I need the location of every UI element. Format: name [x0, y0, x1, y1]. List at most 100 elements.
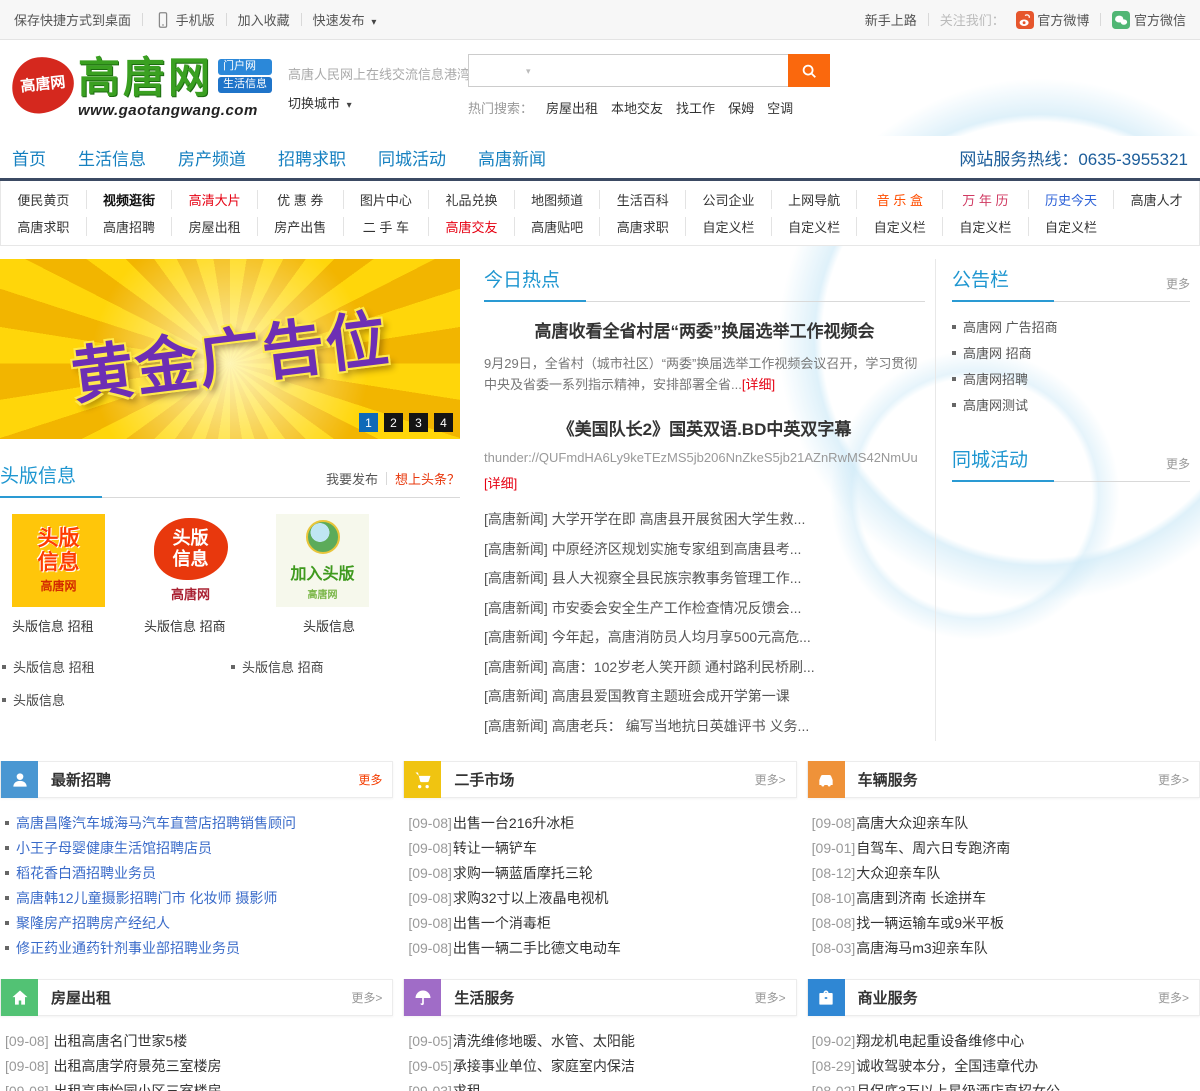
list-item[interactable]: 聚隆房产招聘房产经纪人	[5, 911, 393, 936]
switch-city-link[interactable]: 切换城市 ▾	[288, 93, 352, 112]
nav-news[interactable]: 高唐新闻	[478, 145, 546, 170]
banner-page-1[interactable]: 1	[359, 413, 378, 432]
headline-card-caption[interactable]: 头版信息 招商	[144, 616, 250, 635]
notice-item[interactable]: 高唐网测试	[952, 393, 1190, 419]
news-item[interactable]: [高唐新闻] 大学开学在即 高唐县开展贫困大学生救...	[484, 505, 925, 535]
subnav-link[interactable]: 自定义栏	[856, 217, 942, 236]
job-link[interactable]: 稻花香白酒招聘业务员	[16, 865, 156, 881]
item-link[interactable]: 诚收驾驶本分，全国违章代办	[856, 1058, 1038, 1074]
news-item[interactable]: [高唐新闻] 中原经济区规划实施专家组到高唐县考...	[484, 535, 925, 565]
job-link[interactable]: 修正药业通药针剂事业部招聘业务员	[16, 940, 240, 956]
newbie-guide-link[interactable]: 新手上路	[865, 10, 917, 29]
list-item[interactable]: 稻花香白酒招聘业务员	[5, 861, 393, 886]
detail-link[interactable]: [详细]	[742, 377, 775, 392]
news-link[interactable]: 今年起，高唐消防员人均月享500元高危...	[552, 629, 811, 645]
search-category-caret-icon[interactable]: ▾	[526, 66, 531, 77]
subnav-link[interactable]: 自定义栏	[942, 217, 1028, 236]
notice-link[interactable]: 高唐网招聘	[963, 372, 1028, 387]
notice-item[interactable]: 高唐网 广告招商	[952, 315, 1190, 341]
subnav-link[interactable]: 高唐求职	[1, 217, 86, 236]
subnav-link[interactable]: 公司企业	[685, 190, 771, 209]
list-item[interactable]: [09-08]出售一台216升冰柜	[408, 811, 796, 836]
news-item[interactable]: [高唐新闻] 高唐县爱国教育主题班会成开学第一课	[484, 682, 925, 712]
headline-bullet-item[interactable]: 头版信息 招商	[231, 657, 460, 676]
item-link[interactable]: 求租	[453, 1083, 481, 1091]
hot-keyword[interactable]: 找工作	[676, 98, 715, 117]
item-link[interactable]: 出租高唐名门世家5楼	[53, 1033, 187, 1049]
list-item[interactable]: [09-05]承接事业单位、家庭室内保洁	[408, 1054, 796, 1079]
item-link[interactable]: 出售一个消毒柜	[453, 915, 551, 931]
news-item[interactable]: [高唐新闻] 市安委会安全生产工作检查情况反馈会...	[484, 594, 925, 624]
list-item[interactable]: [09-08]出售一辆二手比德文电动车	[408, 936, 796, 961]
save-shortcut-link[interactable]: 保存快捷方式到桌面	[14, 10, 131, 29]
banner-page-4[interactable]: 4	[434, 413, 453, 432]
subnav-link[interactable]: 地图频道	[513, 190, 600, 209]
news-link[interactable]: 县人大视察全县民族宗教事务管理工作...	[552, 570, 802, 586]
item-link[interactable]: 翔龙机电起重设备维修中心	[856, 1033, 1024, 1049]
list-item[interactable]: [08-29]诚收驾驶本分，全国违章代办	[812, 1054, 1200, 1079]
hot-keyword[interactable]: 本地交友	[611, 98, 663, 117]
job-link[interactable]: 高唐昌隆汽车城海马汽车直营店招聘销售顾问	[16, 815, 296, 831]
news-link[interactable]: 高唐：102岁老人笑开颜 通村路利民桥刷...	[552, 659, 815, 675]
notice-link[interactable]: 高唐网测试	[963, 398, 1028, 413]
item-link[interactable]: 求购32寸以上液晶电视机	[453, 890, 609, 906]
subnav-link[interactable]: 高唐贴吧	[513, 217, 600, 236]
subnav-link[interactable]: 礼品兑换	[428, 190, 514, 209]
subnav-link[interactable]: 便民黄页	[1, 190, 86, 209]
subnav-link[interactable]: 高唐交友	[428, 217, 514, 236]
list-item[interactable]: [08-10]高唐到济南 长途拼车	[812, 886, 1200, 911]
list-item[interactable]: [09-08] 出租高唐怡园小区三室楼房	[5, 1079, 393, 1091]
banner-page-2[interactable]: 2	[384, 413, 403, 432]
subnav-link[interactable]: 高唐招聘	[85, 217, 172, 236]
notice-item[interactable]: 高唐网招聘	[952, 367, 1190, 393]
news-link[interactable]: 中原经济区规划实施专家组到高唐县考...	[552, 541, 802, 557]
news-item[interactable]: [高唐新闻] 高唐老兵： 编写当地抗日英雄评书 义务...	[484, 712, 925, 742]
subnav-link[interactable]: 自定义栏	[1027, 217, 1114, 236]
news-link[interactable]: 市安委会安全生产工作检查情况反馈会...	[552, 600, 802, 616]
subnav-link[interactable]: 历史今天	[1027, 190, 1114, 209]
subnav-link[interactable]: 房产出售	[256, 217, 343, 236]
section-more-link[interactable]: 更多>	[755, 771, 786, 788]
headline-card[interactable]: 头版 信息 高唐网 头版信息 招商	[144, 514, 250, 635]
list-item[interactable]: [09-08]转让一辆铲车	[408, 836, 796, 861]
subnav-link[interactable]: 房屋出租	[171, 217, 257, 236]
hot-keyword[interactable]: 保姆	[728, 98, 754, 117]
article-title-link[interactable]: 高唐收看全省村居“两委”换届选举工作视频会	[535, 322, 875, 341]
item-link[interactable]: 大众迎亲车队	[856, 865, 940, 881]
subnav-link[interactable]: 万 年 历	[942, 190, 1028, 209]
section-more-link[interactable]: 更多>	[1158, 771, 1189, 788]
gold-ad-banner[interactable]: 黄金广告位 1 2 3 4	[0, 259, 460, 439]
subnav-link[interactable]: 二 手 车	[342, 217, 429, 236]
job-link[interactable]: 聚隆房产招聘房产经纪人	[16, 915, 170, 931]
item-link[interactable]: 出租高唐怡园小区三室楼房	[53, 1083, 221, 1091]
detail-link[interactable]: [详细]	[484, 476, 517, 491]
list-item[interactable]: [09-05]清洗维修地暖、水管、太阳能	[408, 1029, 796, 1054]
banner-page-3[interactable]: 3	[409, 413, 428, 432]
headline-card-caption[interactable]: 头版信息 招租	[12, 616, 118, 635]
headline-bullet-item[interactable]: 头版信息 招租	[2, 657, 231, 676]
item-link[interactable]: 承接事业单位、家庭室内保洁	[453, 1058, 635, 1074]
item-link[interactable]: 求购一辆蓝盾摩托三轮	[453, 865, 593, 881]
news-item[interactable]: [高唐新闻] 高唐：102岁老人笑开颜 通村路利民桥刷...	[484, 653, 925, 683]
article-title-link[interactable]: 《美国队长2》国英双语.BD中英双字幕	[558, 420, 852, 439]
subnav-link[interactable]: 生活百科	[599, 190, 685, 209]
site-logo[interactable]: 高唐网 高唐网 门户网 生活信息 www.gaotangwang.com	[9, 53, 273, 119]
list-item[interactable]: 高唐昌隆汽车城海马汽车直营店招聘销售顾问	[5, 811, 393, 836]
list-item[interactable]: [08-08]找一辆运输车或9米平板	[812, 911, 1200, 936]
job-link[interactable]: 高唐韩12儿童摄影招聘门市 化妆师 摄影师	[16, 890, 277, 906]
list-item[interactable]: [08-02]月保底3万以上星级酒店直招女公...	[812, 1079, 1200, 1091]
section-more-link[interactable]: 更多>	[351, 989, 382, 1006]
list-item[interactable]: [08-03]高唐海马m3迎亲车队	[812, 936, 1200, 961]
list-item[interactable]: [09-02]翔龙机电起重设备维修中心	[812, 1029, 1200, 1054]
item-link[interactable]: 自驾车、周六日专跑济南	[856, 840, 1010, 856]
list-item[interactable]: [09-08]高唐大众迎亲车队	[812, 811, 1200, 836]
news-link[interactable]: 大学开学在即 高唐县开展贫困大学生救...	[552, 511, 806, 527]
item-link[interactable]: 出租高唐学府景苑三室楼房	[53, 1058, 221, 1074]
list-item[interactable]: [09-08]出售一个消毒柜	[408, 911, 796, 936]
subnav-link[interactable]: 优 惠 券	[256, 190, 343, 209]
hot-keyword[interactable]: 房屋出租	[546, 98, 598, 117]
notice-more-link[interactable]: 更多	[1166, 275, 1190, 292]
news-item[interactable]: [高唐新闻] 县人大视察全县民族宗教事务管理工作...	[484, 564, 925, 594]
add-favorite-link[interactable]: 加入收藏	[238, 10, 290, 29]
job-link[interactable]: 小王子母婴健康生活馆招聘店员	[16, 840, 212, 856]
